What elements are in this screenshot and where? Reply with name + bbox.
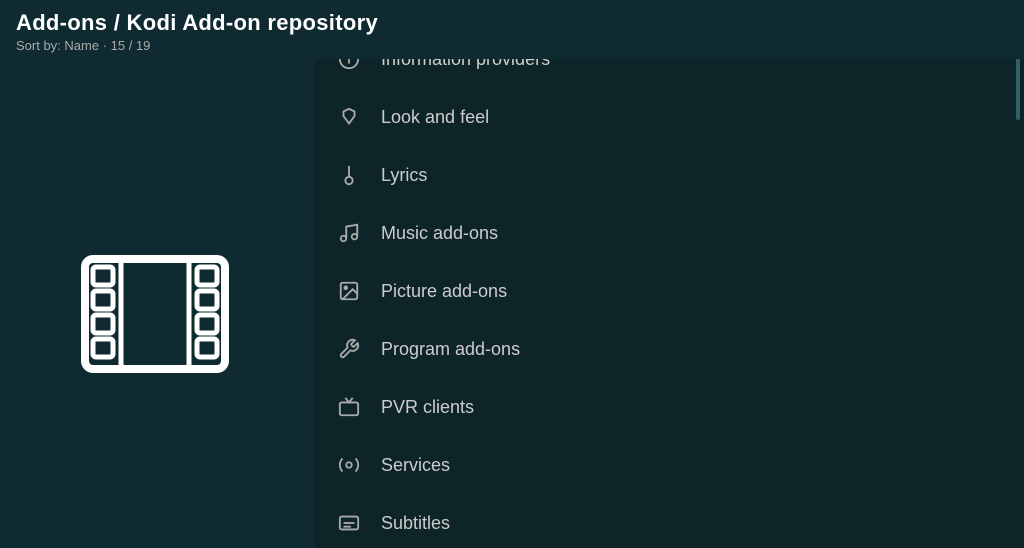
menu-item-picture-add-ons[interactable]: Picture add-ons — [315, 262, 1024, 320]
menu-item-pvr-clients[interactable]: PVR clients — [315, 378, 1024, 436]
menu-item-label: Music add-ons — [381, 223, 498, 244]
page-title: Add-ons / Kodi Add-on repository — [16, 10, 1008, 36]
menu-item-label: Program add-ons — [381, 339, 520, 360]
menu-item-look-and-feel[interactable]: Look and feel — [315, 88, 1024, 146]
lyrics-icon — [335, 161, 363, 189]
page-subtitle: Sort by: Name · 15 / 19 — [16, 38, 1008, 53]
menu-item-label: Lyrics — [381, 165, 427, 186]
subtitles-icon — [335, 509, 363, 537]
menu-item-subtitles[interactable]: Subtitles — [315, 494, 1024, 548]
menu-item-lyrics[interactable]: Lyrics — [315, 146, 1024, 204]
look-and-feel-icon — [335, 103, 363, 131]
left-panel — [0, 80, 310, 548]
music-add-ons-icon — [335, 219, 363, 247]
menu-item-music-add-ons[interactable]: Music add-ons — [315, 204, 1024, 262]
picture-add-ons-icon — [335, 277, 363, 305]
menu-item-label: Services — [381, 455, 450, 476]
film-reel-icon — [75, 234, 235, 394]
menu-item-label: Look and feel — [381, 107, 489, 128]
header: Add-ons / Kodi Add-on repository Sort by… — [0, 0, 1024, 59]
menu-item-label: Picture add-ons — [381, 281, 507, 302]
program-add-ons-icon — [335, 335, 363, 363]
pvr-clients-icon — [335, 393, 363, 421]
menu-panel: Image decoder Information providers Look… — [315, 0, 1024, 548]
menu-item-label: PVR clients — [381, 397, 474, 418]
services-icon — [335, 451, 363, 479]
menu-item-label: Subtitles — [381, 513, 450, 534]
menu-item-services[interactable]: Services — [315, 436, 1024, 494]
menu-item-program-add-ons[interactable]: Program add-ons — [315, 320, 1024, 378]
